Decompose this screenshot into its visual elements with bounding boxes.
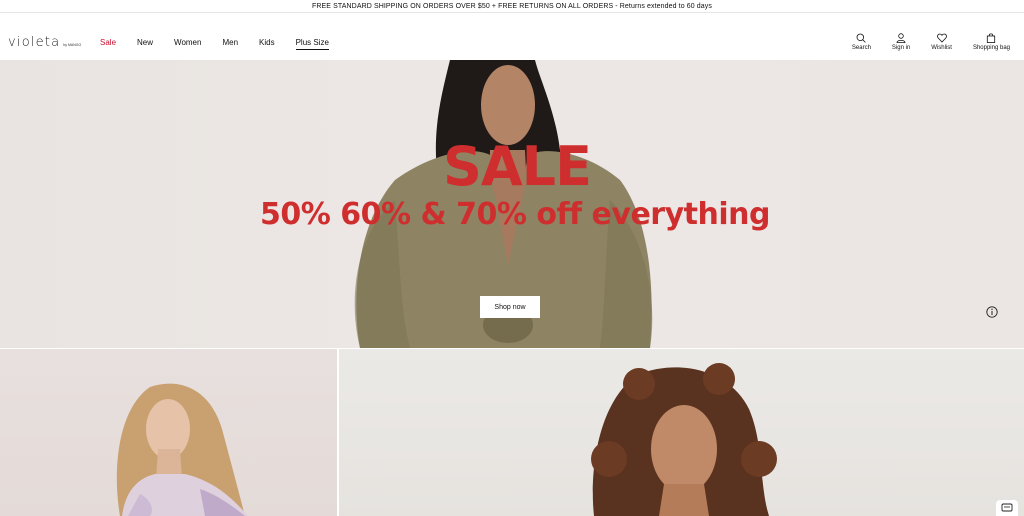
promo-tile-left[interactable]	[0, 349, 337, 516]
sign-in-label: Sign in	[891, 45, 911, 51]
nav-item-women[interactable]: Women	[174, 38, 201, 50]
wishlist-label: Wishlist	[931, 45, 952, 51]
chat-icon	[1001, 503, 1013, 512]
heart-icon	[936, 33, 947, 43]
promo-bar: FREE STANDARD SHIPPING ON ORDERS OVER $5…	[0, 0, 1024, 13]
chat-button[interactable]	[996, 500, 1018, 516]
nav-item-kids[interactable]: Kids	[259, 38, 275, 50]
search-button[interactable]: Search	[852, 33, 871, 51]
search-icon	[857, 33, 867, 43]
hero-banner[interactable]: SALE 50% 60% & 70% off everything Shop n…	[0, 60, 1024, 348]
hero-subtitle: 50% 60% & 70% off everything	[260, 197, 770, 232]
tile-right-image	[591, 363, 777, 516]
tile-left-image	[116, 383, 248, 516]
logo-wordmark: violeta	[8, 35, 61, 50]
nav-item-plus-size[interactable]: Plus Size	[295, 38, 329, 50]
wishlist-button[interactable]: Wishlist	[931, 33, 952, 51]
promo-tile-right[interactable]	[339, 349, 1024, 516]
bag-icon	[987, 33, 996, 43]
header-utilities: Search Sign in Wishlist Shopping bag	[831, 33, 1010, 51]
shop-now-button[interactable]: Shop now	[480, 296, 540, 318]
shopping-bag-label: Shopping bag	[972, 45, 1010, 51]
nav-item-sale[interactable]: Sale	[100, 38, 116, 50]
nav-item-men[interactable]: Men	[222, 38, 238, 50]
main-nav: Sale New Women Men Kids Plus Size	[100, 38, 329, 50]
search-label: Search	[851, 45, 871, 51]
brand-logo[interactable]: violeta by MANGO	[8, 35, 81, 50]
hero-title: SALE	[443, 135, 592, 198]
promo-text: FREE STANDARD SHIPPING ON ORDERS OVER $5…	[312, 2, 712, 10]
sign-in-button[interactable]: Sign in	[892, 33, 910, 51]
user-icon	[896, 33, 906, 43]
site-header: violeta by MANGO Sale New Women Men Kids…	[0, 13, 1024, 60]
info-icon[interactable]	[986, 306, 998, 318]
logo-subtext: by MANGO	[63, 43, 82, 47]
nav-item-new[interactable]: New	[137, 38, 153, 50]
shopping-bag-button[interactable]: Shopping bag	[973, 33, 1010, 51]
